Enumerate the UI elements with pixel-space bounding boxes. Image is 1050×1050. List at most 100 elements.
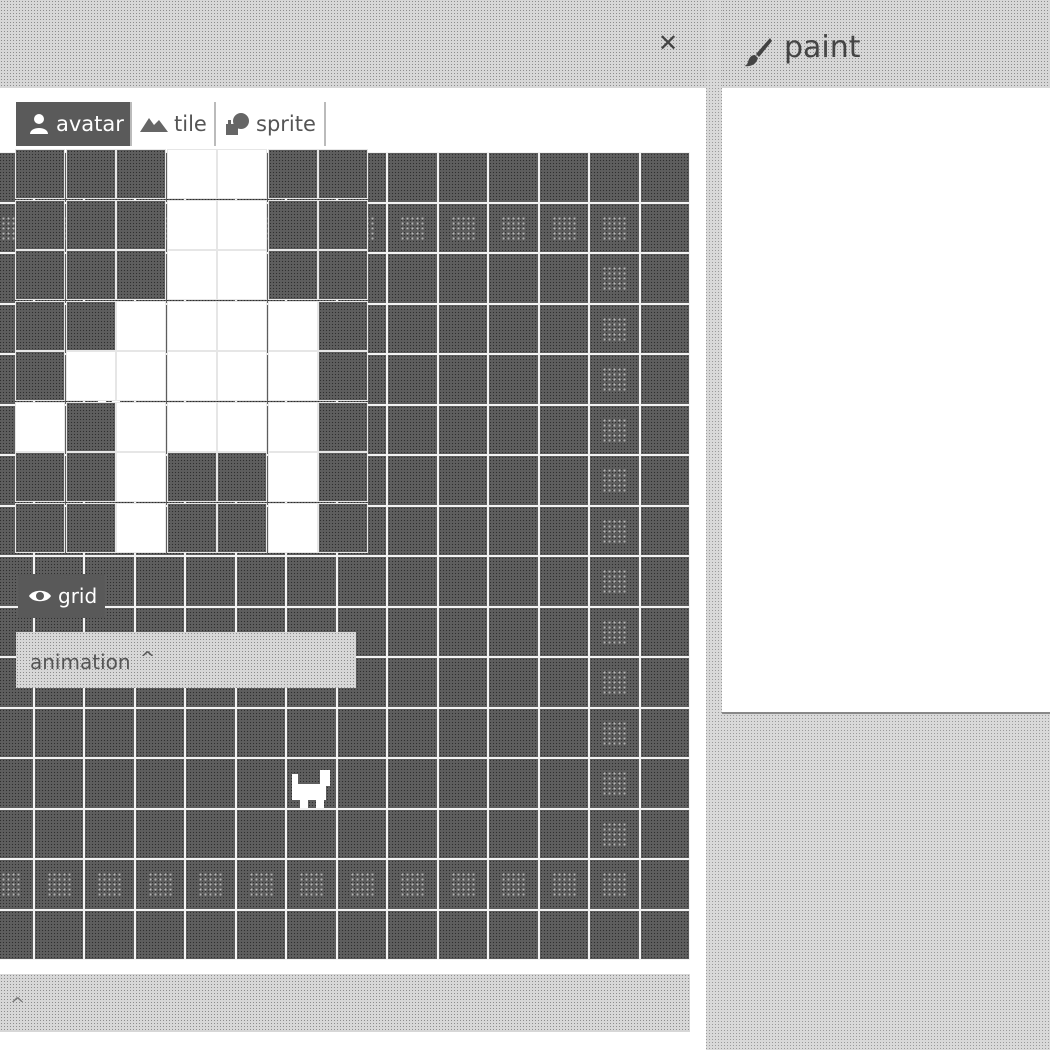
- paint-pixel[interactable]: [267, 502, 318, 553]
- animation-section[interactable]: animation ^: [16, 632, 356, 688]
- room-cell[interactable]: [185, 758, 236, 809]
- room-cell[interactable]: [589, 253, 640, 304]
- paint-pixel[interactable]: [116, 351, 166, 401]
- room-cell[interactable]: [336, 808, 387, 859]
- room-cell[interactable]: [538, 202, 589, 253]
- room-cell[interactable]: [84, 859, 135, 910]
- room-cell[interactable]: [639, 202, 690, 253]
- room-cell[interactable]: [488, 253, 539, 304]
- room-cell[interactable]: [387, 808, 438, 859]
- room-cell[interactable]: [589, 505, 640, 556]
- room-cell[interactable]: [286, 556, 337, 607]
- room-cell[interactable]: [639, 808, 690, 859]
- room-cell[interactable]: [387, 455, 438, 506]
- room-cell[interactable]: [336, 758, 387, 809]
- room-cell[interactable]: [639, 657, 690, 708]
- room-cell[interactable]: [639, 606, 690, 657]
- paint-pixel[interactable]: [267, 199, 318, 250]
- room-cell[interactable]: [488, 606, 539, 657]
- paint-pixel[interactable]: [166, 452, 217, 502]
- room-cell[interactable]: [538, 909, 589, 960]
- tab-avatar[interactable]: avatar: [16, 102, 132, 146]
- room-cell[interactable]: [538, 505, 589, 556]
- room-cell[interactable]: [488, 808, 539, 859]
- room-cell[interactable]: [488, 859, 539, 910]
- paint-pixel[interactable]: [166, 199, 217, 250]
- paint-pixel[interactable]: [65, 199, 116, 250]
- room-cell[interactable]: [134, 909, 185, 960]
- room-cell[interactable]: [437, 758, 488, 809]
- room-cell[interactable]: [0, 859, 34, 910]
- room-cell[interactable]: [538, 758, 589, 809]
- paint-pixel[interactable]: [116, 149, 166, 199]
- paint-pixel[interactable]: [267, 250, 318, 300]
- room-cell[interactable]: [437, 556, 488, 607]
- room-cell[interactable]: [488, 404, 539, 455]
- paint-pixel[interactable]: [15, 300, 65, 351]
- room-cell[interactable]: [235, 556, 286, 607]
- room-cell[interactable]: [0, 707, 34, 758]
- room-cell[interactable]: [437, 657, 488, 708]
- room-cell[interactable]: [185, 859, 236, 910]
- chevron-up-icon[interactable]: ^: [140, 648, 155, 669]
- room-cell[interactable]: [538, 455, 589, 506]
- paint-pixel[interactable]: [166, 250, 217, 300]
- paint-pixel[interactable]: [217, 452, 267, 502]
- paint-pixel[interactable]: [65, 502, 116, 553]
- paint-pixel[interactable]: [166, 300, 217, 351]
- close-icon[interactable]: ✕: [655, 30, 681, 56]
- room-cell[interactable]: [336, 707, 387, 758]
- paint-pixel[interactable]: [217, 502, 267, 553]
- room-cell[interactable]: [639, 404, 690, 455]
- room-cell[interactable]: [387, 354, 438, 405]
- grid-toggle-button[interactable]: grid: [18, 574, 105, 618]
- paint-pixel[interactable]: [267, 149, 318, 199]
- paint-pixel[interactable]: [318, 300, 368, 351]
- paint-canvas[interactable]: [15, 149, 368, 553]
- room-cell[interactable]: [235, 758, 286, 809]
- room-cell[interactable]: [488, 758, 539, 809]
- room-cell[interactable]: [235, 707, 286, 758]
- room-cell[interactable]: [437, 303, 488, 354]
- room-cell[interactable]: [488, 909, 539, 960]
- paint-pixel[interactable]: [116, 199, 166, 250]
- room-cell[interactable]: [589, 758, 640, 809]
- room-cell[interactable]: [387, 505, 438, 556]
- room-cell[interactable]: [538, 707, 589, 758]
- room-cell[interactable]: [235, 909, 286, 960]
- room-cell[interactable]: [437, 707, 488, 758]
- room-cell[interactable]: [286, 909, 337, 960]
- room-cell[interactable]: [488, 657, 539, 708]
- room-cell[interactable]: [538, 808, 589, 859]
- chevron-up-icon[interactable]: ^: [10, 994, 25, 1015]
- paint-pixel[interactable]: [318, 401, 368, 452]
- room-cell[interactable]: [387, 303, 438, 354]
- paint-pixel[interactable]: [15, 502, 65, 553]
- room-cell[interactable]: [33, 707, 84, 758]
- paint-pixel[interactable]: [318, 149, 368, 199]
- room-cell[interactable]: [387, 606, 438, 657]
- room-cell[interactable]: [589, 303, 640, 354]
- room-cell[interactable]: [286, 859, 337, 910]
- paint-pixel[interactable]: [217, 149, 267, 199]
- room-cell[interactable]: [589, 808, 640, 859]
- room-cell[interactable]: [185, 808, 236, 859]
- room-cell[interactable]: [84, 909, 135, 960]
- paint-pixel[interactable]: [65, 452, 116, 502]
- tab-sprite[interactable]: sprite: [216, 102, 326, 146]
- paint-pixel[interactable]: [15, 351, 65, 401]
- paint-pixel[interactable]: [116, 401, 166, 452]
- room-cell[interactable]: [538, 253, 589, 304]
- paint-pixel[interactable]: [15, 452, 65, 502]
- room-cell[interactable]: [437, 505, 488, 556]
- room-cell[interactable]: [437, 354, 488, 405]
- room-cell[interactable]: [33, 909, 84, 960]
- room-cell[interactable]: [538, 606, 589, 657]
- room-cell[interactable]: [387, 909, 438, 960]
- room-cell[interactable]: [437, 152, 488, 203]
- room-cell[interactable]: [589, 202, 640, 253]
- room-cell[interactable]: [387, 202, 438, 253]
- room-cell[interactable]: [488, 202, 539, 253]
- room-cell[interactable]: [134, 707, 185, 758]
- room-cell[interactable]: [437, 253, 488, 304]
